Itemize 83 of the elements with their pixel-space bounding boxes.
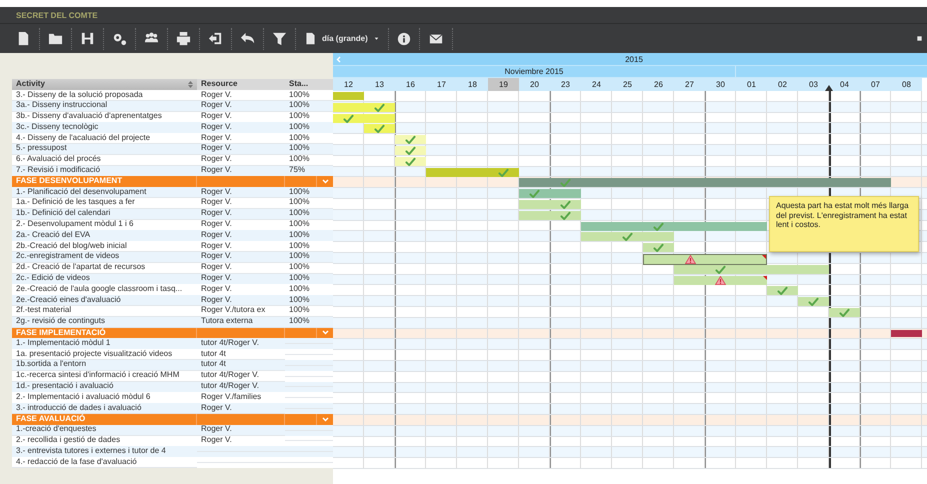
- task-bar[interactable]: [767, 286, 798, 296]
- exit-icon: [208, 31, 223, 46]
- task-bar[interactable]: [364, 124, 395, 134]
- task-bar[interactable]: [829, 308, 860, 317]
- day-label[interactable]: 16: [395, 78, 426, 91]
- task-bar[interactable]: [395, 146, 426, 155]
- day-label[interactable]: 25: [612, 78, 643, 91]
- mail-icon: [428, 32, 444, 46]
- column-header[interactable]: Sta...: [285, 79, 333, 90]
- check-icon: [622, 232, 633, 242]
- filter-icon: [272, 31, 287, 46]
- warning-icon: [715, 276, 726, 285]
- check-icon: [374, 102, 385, 112]
- check-icon: [374, 124, 385, 134]
- task-bar[interactable]: [581, 222, 767, 231]
- task-bar[interactable]: [798, 297, 829, 306]
- task-bar[interactable]: [674, 264, 829, 274]
- sort-icon[interactable]: [188, 80, 193, 88]
- warning-icon: [685, 254, 696, 264]
- task-bar[interactable]: [395, 156, 426, 166]
- check-icon: [498, 168, 509, 177]
- check-icon: [405, 135, 416, 144]
- task-bar[interactable]: [395, 135, 426, 144]
- check-icon: [405, 146, 416, 155]
- task-bar[interactable]: [519, 200, 581, 209]
- day-label[interactable]: 02: [767, 78, 798, 91]
- day-label[interactable]: 13: [364, 78, 395, 91]
- check-icon: [839, 308, 850, 317]
- undo-icon: [240, 31, 255, 46]
- check-icon: [560, 210, 571, 220]
- check-icon: [808, 297, 819, 306]
- phase-bar[interactable]: [891, 330, 922, 338]
- settings-icon: [112, 31, 127, 46]
- month-label: Noviembre 2015: [333, 66, 736, 77]
- day-label[interactable]: 03: [798, 78, 829, 91]
- activity-cell: 4.- redacció de la fase d'avaluació: [12, 457, 197, 468]
- check-icon: [560, 178, 571, 188]
- check-icon: [653, 222, 664, 231]
- caret-icon: [372, 35, 380, 42]
- save-icon: [80, 31, 95, 46]
- check-icon: [653, 243, 664, 252]
- day-label[interactable]: 12: [333, 78, 364, 91]
- back-icon[interactable]: [336, 56, 341, 62]
- check-icon: [777, 286, 788, 296]
- day-label[interactable]: 07: [860, 78, 891, 91]
- day-label[interactable]: 01: [736, 78, 767, 91]
- day-label[interactable]: 20: [519, 78, 550, 91]
- chevron-icon: [322, 416, 328, 422]
- day-label[interactable]: 30: [705, 78, 736, 91]
- task-bar[interactable]: [581, 232, 674, 242]
- check-icon: [715, 264, 726, 274]
- day-label[interactable]: 18: [457, 78, 488, 91]
- check-icon: [343, 114, 354, 123]
- day-label[interactable]: 27: [674, 78, 705, 91]
- task-bar[interactable]: [519, 210, 581, 220]
- check-icon: [560, 200, 571, 209]
- day-label[interactable]: 24: [581, 78, 612, 91]
- column-header[interactable]: Activity: [16, 79, 45, 90]
- day-label[interactable]: 26: [643, 78, 674, 91]
- year-label: 2015: [625, 54, 643, 64]
- day-label[interactable]: 08: [891, 78, 922, 91]
- task-bar[interactable]: [674, 276, 767, 285]
- column-header[interactable]: Resource: [197, 79, 285, 90]
- task-bar[interactable]: [426, 168, 519, 177]
- task-bar[interactable]: [333, 114, 395, 123]
- task-bar[interactable]: [333, 102, 395, 112]
- day-label[interactable]: 19: [488, 78, 519, 91]
- info-icon: [396, 32, 411, 46]
- task-bar[interactable]: [643, 254, 767, 265]
- task-bar[interactable]: [519, 189, 581, 198]
- sticky-note[interactable]: Aquesta part ha estat molt més llarga del previst. L'enregistrament ha estat lent i costos.: [769, 196, 919, 252]
- folder-icon: [48, 31, 63, 46]
- chevron-icon: [322, 179, 328, 184]
- task-bar[interactable]: [643, 243, 674, 252]
- check-icon: [405, 156, 416, 166]
- app-title: SECRET DEL COMTE: [16, 10, 98, 20]
- view-dropdown[interactable]: día (grande): [296, 28, 389, 50]
- phase-bar[interactable]: [519, 178, 891, 188]
- chevron-icon: [322, 330, 328, 336]
- day-label[interactable]: 23: [550, 78, 581, 91]
- day-label[interactable]: 17: [426, 78, 457, 91]
- printer-icon: [176, 31, 191, 46]
- check-icon: [529, 189, 540, 198]
